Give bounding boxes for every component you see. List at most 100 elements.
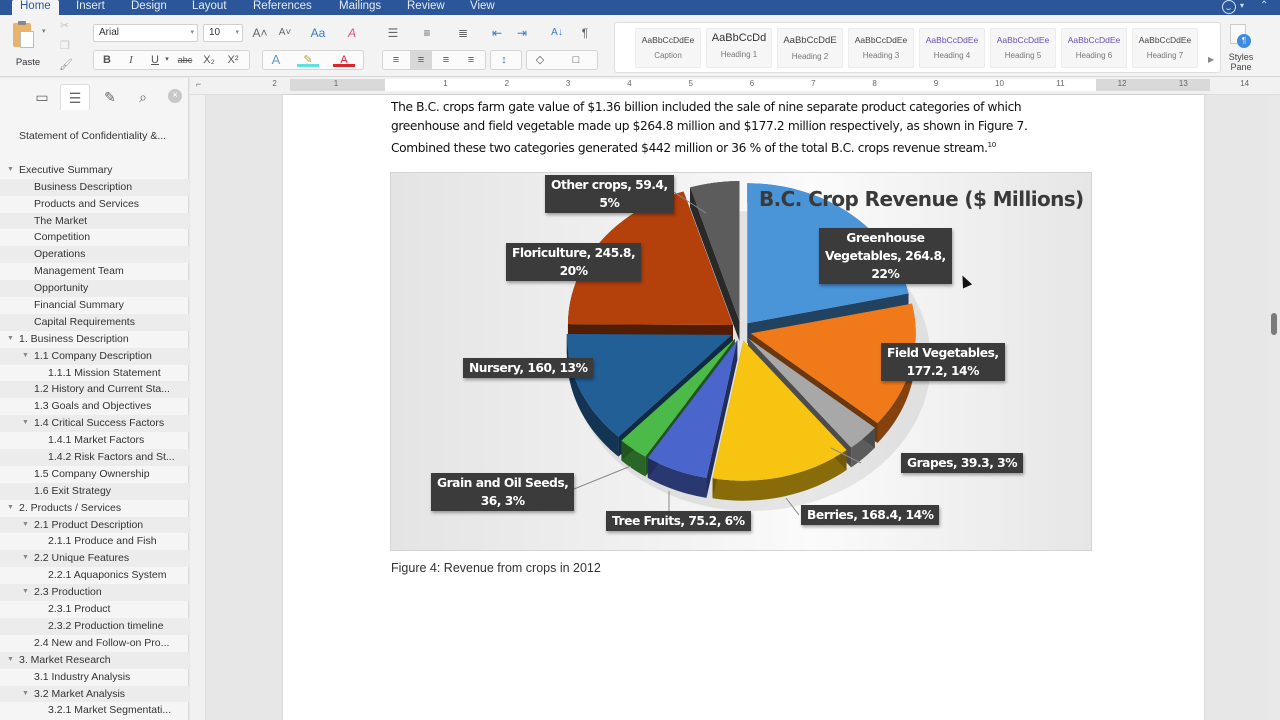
- outline-item[interactable]: Competition: [0, 229, 189, 246]
- expand-triangle-icon[interactable]: ▼: [22, 348, 29, 365]
- ruler-scale[interactable]: 211234567891011121314151617181: [272, 79, 1249, 91]
- shrink-font-button[interactable]: A˅: [274, 24, 296, 42]
- outline-icon[interactable]: ☰: [60, 84, 90, 110]
- tab-layout[interactable]: Layout: [184, 0, 235, 15]
- tab-view[interactable]: View: [462, 0, 503, 15]
- outline-item[interactable]: ▼ 1.4 Critical Success Factors: [0, 415, 189, 433]
- outline-item[interactable]: 1.6 Exit Strategy: [0, 482, 189, 500]
- expand-triangle-icon[interactable]: ▼: [22, 415, 29, 432]
- outline-item[interactable]: ▼ 2.2 Unique Features: [0, 550, 189, 568]
- format-painter-icon[interactable]: 🖌: [59, 58, 73, 71]
- style-caption[interactable]: AaBbCcDdEe Caption: [635, 28, 701, 68]
- outline-item[interactable]: 2.1.1 Produce and Fish: [0, 533, 189, 550]
- feedback-dropdown-icon[interactable]: ▾: [1240, 0, 1244, 12]
- style-heading-2[interactable]: AaBbCcDdE Heading 2: [777, 28, 843, 68]
- data-label-tree-fruits[interactable]: Tree Fruits, 75.2, 6%: [606, 511, 751, 531]
- font-name-select[interactable]: Arial ▾: [93, 24, 198, 42]
- data-label-field-vegetables[interactable]: Field Vegetables, 177.2, 14%: [881, 343, 1005, 381]
- outline-item[interactable]: Statement of Confidentiality &...: [0, 128, 189, 145]
- expand-triangle-icon[interactable]: ▼: [22, 686, 29, 703]
- outline-item[interactable]: 1.3 Goals and Objectives: [0, 398, 189, 415]
- feedback-smiley-icon[interactable]: [1222, 0, 1236, 14]
- outline-item[interactable]: 1.4.2 Risk Factors and St...: [0, 449, 189, 466]
- line-spacing-button[interactable]: ↕: [493, 51, 515, 69]
- outline-item[interactable]: 2.2.1 Aquaponics System: [0, 567, 189, 584]
- grow-font-button[interactable]: A˄: [249, 24, 271, 42]
- tab-design[interactable]: Design: [123, 0, 175, 15]
- cut-icon[interactable]: ✂: [60, 19, 69, 32]
- body-paragraph[interactable]: The B.C. crops farm gate value of $1.36 …: [391, 98, 1081, 158]
- align-center-button[interactable]: ≡: [410, 51, 432, 69]
- expand-triangle-icon[interactable]: ▼: [7, 331, 14, 348]
- show-formatting-marks-button[interactable]: ¶: [574, 24, 596, 42]
- superscript-button[interactable]: X²: [222, 51, 244, 69]
- tab-home[interactable]: Home: [12, 0, 59, 16]
- tab-insert[interactable]: Insert: [68, 0, 113, 15]
- multilevel-list-button[interactable]: ≣: [452, 24, 474, 42]
- numbering-button[interactable]: ≡: [416, 24, 438, 42]
- search-icon[interactable]: ⌕: [128, 84, 158, 110]
- bold-button[interactable]: B: [96, 51, 118, 69]
- align-left-button[interactable]: ≡: [385, 51, 407, 69]
- strikethrough-button[interactable]: abc: [174, 51, 196, 69]
- outline-item[interactable]: 1.4.1 Market Factors: [0, 432, 189, 449]
- borders-button[interactable]: □: [565, 51, 587, 69]
- tab-review[interactable]: Review: [399, 0, 453, 15]
- outline-item[interactable]: Capital Requirements: [0, 313, 189, 331]
- text-effects-button[interactable]: A: [265, 51, 287, 69]
- footnote-reference[interactable]: 10: [988, 141, 997, 149]
- thumbnails-icon[interactable]: ▭: [27, 84, 57, 110]
- outline-item[interactable]: Management Team: [0, 263, 189, 280]
- outline-item[interactable]: Business Description: [0, 178, 189, 196]
- reviewing-icon[interactable]: ✎: [95, 84, 125, 110]
- align-right-button[interactable]: ≡: [435, 51, 457, 69]
- data-label-berries[interactable]: Berries, 168.4, 14%: [801, 505, 940, 525]
- outline-item[interactable]: ▼ Executive Summary: [0, 162, 189, 179]
- outline-item[interactable]: ▼ 2.1 Product Description: [0, 516, 189, 534]
- expand-triangle-icon[interactable]: ▼: [22, 517, 29, 534]
- style-heading-3[interactable]: AaBbCcDdEe Heading 3: [848, 28, 914, 68]
- font-size-select[interactable]: 10 ▾: [203, 24, 243, 42]
- outline-item[interactable]: The Market: [0, 212, 189, 230]
- outline-item[interactable]: 1.1.1 Mission Statement: [0, 365, 189, 382]
- tab-references[interactable]: References: [245, 0, 320, 15]
- data-label-greenhouse-vegetables[interactable]: Greenhouse Vegetables, 264.8, 22%: [819, 228, 952, 284]
- clear-formatting-button[interactable]: A: [341, 24, 363, 42]
- change-case-button[interactable]: Aa: [305, 24, 331, 42]
- outline-item[interactable]: ▼ 2. Products / Services: [0, 500, 189, 517]
- outline-item[interactable]: Financial Summary: [0, 297, 189, 314]
- outline-item[interactable]: ▼ 1. Business Description: [0, 331, 189, 348]
- style-heading-4[interactable]: AaBbCcDdEe Heading 4: [919, 28, 985, 68]
- subscript-button[interactable]: X₂: [198, 51, 220, 69]
- copy-icon[interactable]: ❐: [60, 39, 70, 52]
- vertical-scrollbar-thumb[interactable]: [1271, 313, 1277, 335]
- outline-item[interactable]: 2.3.2 Production timeline: [0, 617, 189, 635]
- close-pane-icon[interactable]: ×: [168, 89, 182, 103]
- tab-mailings[interactable]: Mailings: [331, 0, 389, 15]
- outline-item[interactable]: Opportunity: [0, 280, 189, 298]
- outline-item[interactable]: 2.4 New and Follow-on Pro...: [0, 635, 189, 652]
- data-label-grapes[interactable]: Grapes, 39.3, 3%: [901, 453, 1024, 473]
- outline-item[interactable]: 3.1 Industry Analysis: [0, 669, 189, 686]
- paste-dropdown-icon[interactable]: ▾: [42, 27, 46, 35]
- expand-triangle-icon[interactable]: ▼: [22, 550, 29, 567]
- outline-item[interactable]: 1.5 Company Ownership: [0, 466, 189, 483]
- data-label-other-crops[interactable]: Other crops, 59.4, 5%: [545, 175, 674, 213]
- data-label-nursery[interactable]: Nursery, 160, 13%: [463, 358, 594, 378]
- outline-item[interactable]: ▼ 1.1 Company Description: [0, 347, 189, 365]
- underline-dropdown-icon[interactable]: ▾: [162, 51, 172, 69]
- style-heading-5[interactable]: AaBbCcDdEe Heading 5: [990, 28, 1056, 68]
- highlight-button[interactable]: ✎: [297, 51, 319, 67]
- gallery-more-arrow-icon[interactable]: ▶: [1208, 55, 1214, 64]
- style-heading-6[interactable]: AaBbCcDdEe Heading 6: [1061, 28, 1127, 68]
- outline-item[interactable]: ▼ 3.2 Market Analysis: [0, 685, 189, 703]
- outline-item[interactable]: 2.3.1 Product: [0, 601, 189, 618]
- outline-item[interactable]: 3.2.1 Market Segmentati...: [0, 702, 189, 719]
- data-label-floriculture[interactable]: Floriculture, 245.8, 20%: [506, 243, 642, 281]
- expand-triangle-icon[interactable]: ▼: [7, 652, 14, 669]
- data-label-grain-and-oil-seeds[interactable]: Grain and Oil Seeds, 36, 3%: [431, 473, 575, 511]
- expand-triangle-icon[interactable]: ▼: [7, 162, 14, 179]
- style-heading-7[interactable]: AaBbCcDdEe Heading 7: [1132, 28, 1198, 68]
- collapse-ribbon-icon[interactable]: ⌃: [1260, 0, 1268, 12]
- style-heading-1[interactable]: AaBbCcDd Heading 1: [706, 28, 772, 68]
